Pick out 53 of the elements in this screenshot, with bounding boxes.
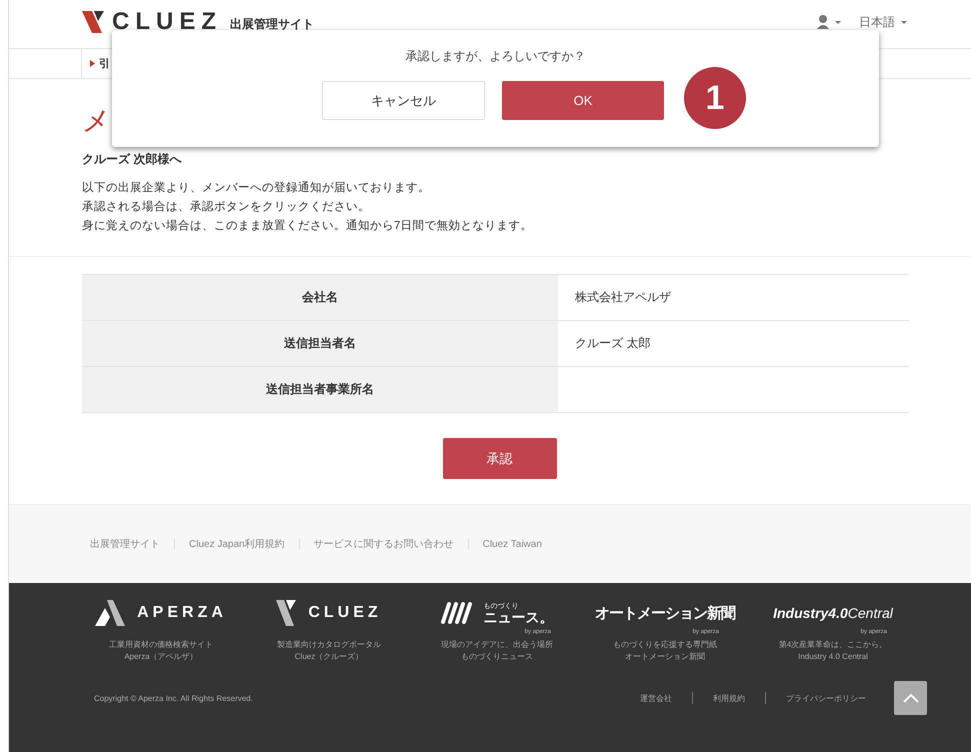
message-text: 以下の出展企業より、メンバーへの登録通知が届いております。 <box>82 180 431 196</box>
logo-text: CLUEZ <box>112 8 222 36</box>
brand-description: 現場のアイデアに、出会う場所 <box>441 639 553 651</box>
approve-button[interactable]: 承認 <box>442 438 556 479</box>
step-badge: 1 <box>684 67 746 129</box>
triangle-icon <box>90 60 95 67</box>
footer-link[interactable]: 出展管理サイト <box>90 537 160 551</box>
copyright-text: Copyright © Aperza Inc. All Rights Reserved. <box>94 694 253 702</box>
language-label: 日本語 <box>859 14 895 30</box>
brand-description: Aperza（アペルザ） <box>124 651 198 663</box>
brand-description: 第4次産業革命は、ここから。 <box>778 639 888 651</box>
logo-icon <box>82 11 104 33</box>
stripes-logo-icon <box>440 600 472 626</box>
brand-description: オートメーション新聞 <box>625 651 705 663</box>
footer-link[interactable]: 利用規約 <box>713 692 745 704</box>
table-header-cell: 送信担当者名 <box>82 321 558 366</box>
table-cell: クルーズ 太郎 <box>575 335 650 352</box>
cancel-button[interactable]: キャンセル <box>322 81 485 120</box>
brand-name: ニュース。 <box>484 610 554 624</box>
brand-description: Cluez（クルーズ） <box>294 651 364 663</box>
language-menu[interactable]: 日本語 <box>859 14 907 30</box>
caret-icon <box>835 20 841 24</box>
table-header-cell: 会社名 <box>82 275 558 320</box>
footer-link[interactable]: サービスに関するお問い合わせ <box>314 537 454 551</box>
brand-description: ものづくりを応援する専門紙 <box>613 639 717 651</box>
brand-description: 工業用資材の価格検索サイト <box>109 639 213 651</box>
table-header-cell: 送信担当者事業所名 <box>82 367 558 412</box>
footer-link[interactable]: Cluez Japan利用規約 <box>189 537 285 551</box>
brand-description: 製造業向けカタログポータル <box>277 639 381 651</box>
brand-name: Industry4.0Central <box>773 605 893 621</box>
user-icon <box>817 15 829 29</box>
footer-link[interactable]: 運営会社 <box>640 692 672 704</box>
breadcrumb-link[interactable]: 引 <box>99 56 110 71</box>
brand-description: ものづくりニュース <box>461 651 533 663</box>
message-text: 身に覚えのない場合は、このまま放置ください。通知から7日間で無効となります。 <box>82 218 534 234</box>
footer-link[interactable]: プライバシーポリシー <box>786 692 866 704</box>
message-text: 承認される場合は、承認ボタンをクリックください。 <box>82 200 371 215</box>
table-cell: 株式会社アペルザ <box>575 289 671 306</box>
chevron-logo-icon <box>276 600 296 626</box>
brand-name: CLUEZ <box>308 604 382 622</box>
triangle-logo-icon <box>95 600 126 626</box>
site-name: 出展管理サイト <box>230 16 314 32</box>
greeting-text: クルーズ 次郎様へ <box>82 151 182 168</box>
dialog-message: 承認しますが、よろしいですか？ <box>404 48 586 65</box>
page-title: メ <box>82 104 111 138</box>
footer-link[interactable]: Cluez Taiwan <box>482 538 542 550</box>
chevron-up-icon <box>902 693 918 703</box>
caret-icon <box>901 20 907 24</box>
brand-description: Industry 4.0 Central <box>798 651 868 663</box>
ok-button[interactable]: OK <box>502 81 664 120</box>
user-menu[interactable] <box>817 15 841 29</box>
brand-name: オートメーション新聞 <box>595 604 735 622</box>
brand-name: APERZA <box>137 604 227 622</box>
